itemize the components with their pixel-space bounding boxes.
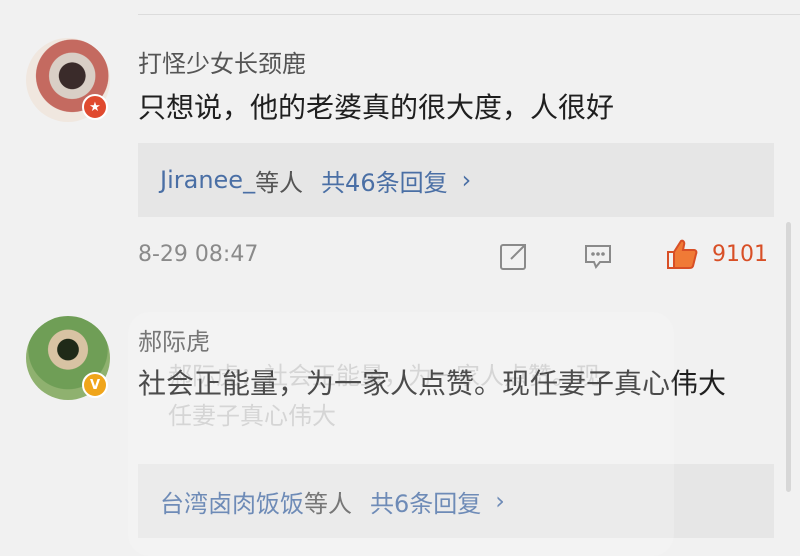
share-icon[interactable] — [498, 240, 530, 272]
scrollbar[interactable] — [786, 222, 791, 492]
like-count: 9101 — [712, 242, 768, 267]
reply-summary[interactable]: Jiranee_ 等人 共46条回复 › — [138, 143, 774, 217]
overlay-ghost-text: 郝际虎：社会正能量，为一家人点赞。现任妻子真心伟大 — [168, 362, 600, 430]
reply-total[interactable]: 共46条回复 — [321, 163, 448, 198]
thumbs-up-icon[interactable] — [664, 236, 700, 272]
comment-text: 只想说，他的老婆真的很大度，人很好 — [138, 91, 615, 124]
comment-username[interactable]: 打怪少女长颈鹿 — [138, 44, 306, 79]
top-divider — [138, 14, 800, 15]
reply-users[interactable]: Jiranee_ — [160, 166, 255, 194]
comment-icon[interactable] — [582, 240, 614, 272]
reply-suffix: 等人 — [255, 168, 304, 197]
chevron-right-icon: › — [461, 166, 472, 194]
red-badge-icon: ★ — [82, 94, 108, 120]
verified-v-icon: V — [82, 372, 108, 398]
comment-timestamp: 8-29 08:47 — [138, 242, 259, 267]
